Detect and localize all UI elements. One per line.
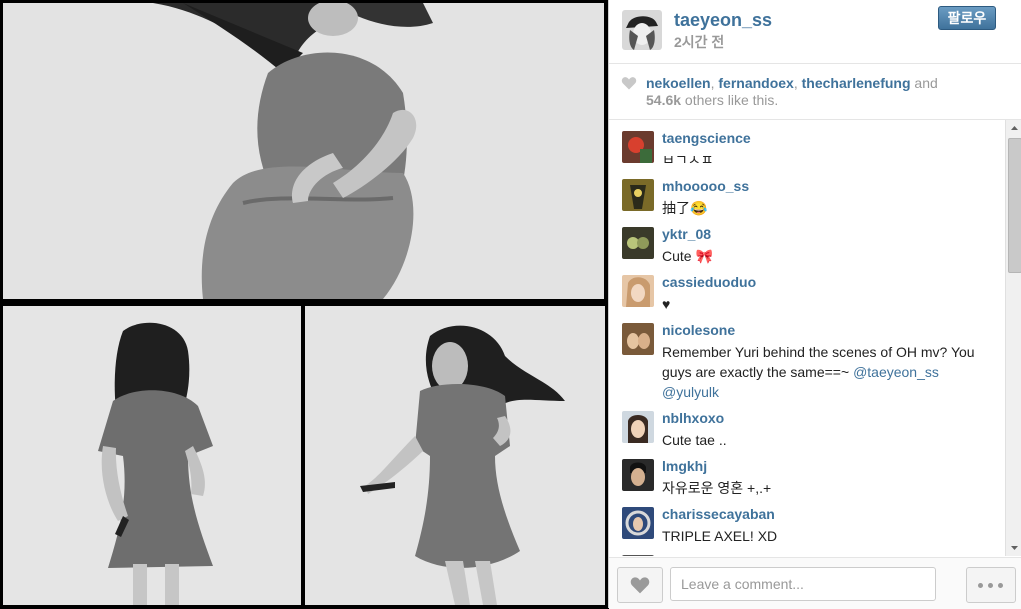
commenter-username[interactable]: nicolesone — [662, 322, 735, 338]
mention-link[interactable]: @yulyulk — [662, 384, 719, 400]
mention-link[interactable]: @taeyeon_ss — [853, 364, 939, 380]
liker-link[interactable]: nekoellen — [646, 75, 711, 91]
comment-text: ♥ — [662, 296, 671, 312]
like-button[interactable] — [617, 567, 663, 603]
comment-text: Remember Yuri behind the scenes of OH mv… — [662, 344, 975, 400]
commenter-avatar[interactable] — [622, 555, 654, 556]
commenter-avatar[interactable] — [622, 323, 654, 355]
heart-icon — [630, 577, 650, 594]
commenter-avatar[interactable] — [622, 507, 654, 539]
commenter-username[interactable]: mhooooo_ss — [662, 178, 749, 194]
more-options-button[interactable] — [966, 567, 1016, 603]
commenter-username[interactable]: taengscience — [662, 130, 751, 146]
likes-count[interactable]: 54.6k — [646, 92, 681, 108]
author-username[interactable]: taeyeon_ss — [674, 10, 772, 31]
likes-text: nekoellen, fernandoex, thecharlenefung a… — [646, 75, 938, 108]
comment-text: TRIPLE AXEL! XD — [662, 528, 778, 544]
comment-text: 자유로운 영혼 +,.+ — [662, 480, 772, 496]
comments-list[interactable]: taengscience ㅂㄱㅅㅍ mhooooo_ss 抽了😂 yktr_08… — [609, 120, 1005, 556]
comment-text: Cute tae .. — [662, 432, 727, 448]
comment-text: Cute 🎀 — [662, 248, 713, 264]
author-avatar[interactable] — [622, 10, 662, 50]
commenter-avatar[interactable] — [622, 275, 654, 307]
liker-link[interactable]: fernandoex — [718, 75, 793, 91]
comment-input[interactable] — [670, 567, 936, 601]
commenter-username[interactable]: nblhxoxo — [662, 410, 724, 426]
post-photo-bottom-left — [3, 306, 301, 605]
ellipsis-icon — [978, 583, 983, 588]
scroll-thumb[interactable] — [1008, 138, 1021, 273]
post-photo-bottom-right — [305, 306, 605, 605]
heart-icon — [621, 77, 637, 90]
commenter-username[interactable]: lmgkhj — [662, 458, 707, 474]
scroll-up-arrow-icon[interactable] — [1006, 120, 1021, 136]
scroll-down-arrow-icon[interactable] — [1006, 540, 1021, 556]
commenter-avatar[interactable] — [622, 411, 654, 443]
commenter-avatar[interactable] — [622, 131, 654, 163]
comments-scrollbar[interactable] — [1005, 120, 1021, 556]
comment-composer — [609, 557, 1021, 609]
commenter-username[interactable]: cassieduoduo — [662, 274, 756, 290]
comment-text: 抽了😂 — [662, 200, 708, 216]
post-photo-top — [3, 3, 604, 299]
liker-link[interactable]: thecharlenefung — [802, 75, 911, 91]
follow-button[interactable]: 팔로우 — [938, 6, 996, 30]
comment-text: ㅂㄱㅅㅍ — [662, 152, 714, 168]
post-timestamp: 2시간 전 — [674, 34, 725, 50]
commenter-username[interactable]: yktr_08 — [662, 226, 711, 242]
commenter-avatar[interactable] — [622, 227, 654, 259]
commenter-avatar[interactable] — [622, 179, 654, 211]
commenter-username[interactable]: charissecayaban — [662, 506, 775, 522]
likes-summary: nekoellen, fernandoex, thecharlenefung a… — [609, 64, 1021, 120]
commenter-avatar[interactable] — [622, 459, 654, 491]
post-header: taeyeon_ss 2시간 전 팔로우 — [609, 0, 1021, 64]
post-sidebar: taeyeon_ss 2시간 전 팔로우 nekoellen, fernando… — [608, 0, 1021, 609]
